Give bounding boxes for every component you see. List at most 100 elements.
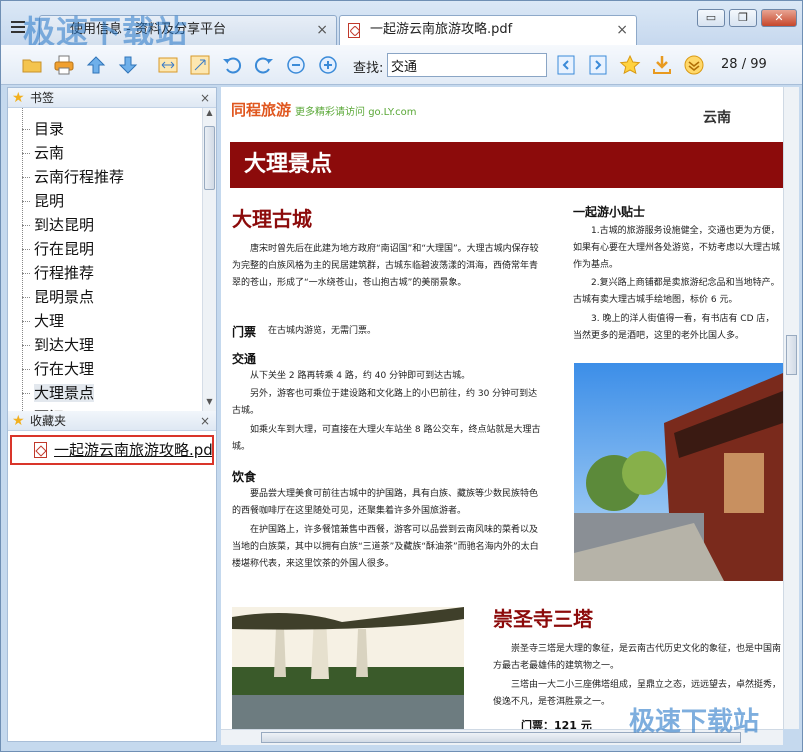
document-page[interactable]: 同程旅游 更多精彩请访问 go.LY.com 云南 大理景点 大理古城 唐宋时曾先… — [221, 87, 783, 729]
bookmark-tree: 目录 云南 云南行程推荐 昆明 到达昆明 行在昆明 行程推荐 昆明景点 大理 到… — [8, 108, 216, 411]
star-icon: ★ — [12, 413, 25, 429]
bookmark-label: 云南行程推荐 — [34, 168, 125, 186]
traffic-paragraph: 如乘火车到大理，可直接在大理火车站坐 8 路公交车，终点站就是大理古城。 — [232, 425, 541, 452]
find-label: 查找: — [353, 61, 384, 76]
zoom-in-icon[interactable] — [317, 54, 339, 76]
rotate-right-icon[interactable] — [253, 54, 275, 76]
left-panel: ★ 书签 × 目录 云南 云南行程推荐 昆明 到达昆明 行在昆明 行程推荐 昆明… — [7, 87, 217, 742]
bookmark-label: 到达昆明 — [34, 216, 95, 234]
bookmarks-header: ★ 书签 × — [8, 88, 216, 108]
scroll-up-icon[interactable]: ▲ — [203, 108, 216, 122]
bookmarks-scrollbar[interactable]: ▲ ▼ — [202, 108, 216, 411]
bookmark-item-selected[interactable]: 大理景点 — [8, 381, 216, 405]
page-indicator: 28 / 99 — [721, 57, 767, 72]
document-horizontal-scrollbar[interactable] — [221, 729, 783, 745]
bookmark-label: 昆明景点 — [34, 288, 95, 306]
bookmark-item[interactable]: 目录 — [8, 117, 216, 141]
brand-name: 同程旅游 — [231, 101, 292, 119]
document-vertical-scrollbar[interactable] — [783, 87, 799, 729]
bookmark-item[interactable]: 到达昆明 — [8, 213, 216, 237]
traffic-paragraph: 另外，游客也可乘位于建设路和文化路上的小巴前往，约 30 分钟可到达古城。 — [232, 389, 538, 416]
scroll-thumb[interactable] — [786, 335, 797, 375]
bookmark-item[interactable]: 行在大理 — [8, 357, 216, 381]
fit-width-icon[interactable] — [157, 54, 179, 76]
prev-result-icon[interactable] — [555, 54, 577, 76]
bookmark-label: 大理景点 — [34, 384, 95, 402]
restore-button[interactable]: ❐ — [729, 9, 757, 27]
tab-active-label: 一起游云南旅游攻略.pdf — [370, 22, 513, 37]
star-icon: ★ — [12, 90, 25, 106]
current-page: 28 — [721, 57, 738, 72]
food-label: 饮食 — [232, 470, 257, 484]
region-label: 云南 — [703, 110, 731, 126]
favorites-header: ★ 收藏夹 × — [8, 411, 216, 431]
tab-inactive-label: 使用信息 - 资料及分享平台 — [70, 22, 226, 37]
traffic-label: 交通 — [232, 352, 257, 366]
bookmark-label: 昆明 — [34, 192, 65, 210]
three-pagodas-photo — [232, 607, 464, 729]
section2-title: 崇圣寺三塔 — [493, 607, 593, 631]
toolbar: 查找: 28 / 99 — [1, 45, 802, 85]
pdf-file-icon — [34, 442, 47, 458]
bookmark-label: 行在昆明 — [34, 240, 95, 258]
scroll-down-icon[interactable]: ▼ — [203, 397, 216, 411]
find-input[interactable] — [387, 53, 547, 77]
total-pages: 99 — [750, 57, 767, 72]
bookmark-item[interactable]: 云南行程推荐 — [8, 165, 216, 189]
food-paragraph: 要品尝大理美食可前往古城中的护国路，具有白族、藏族等少数民族特色的西餐咖啡厅在这… — [232, 489, 539, 516]
ticket-label: 门票 — [232, 325, 257, 339]
bookmark-item[interactable]: 大理 — [8, 309, 216, 333]
tips-paragraph: 3. 晚上的洋人街值得一看，有书店有 CD 店，当然更多的是酒吧，这里的老外比国… — [573, 314, 775, 341]
tips-paragraph: 2.复兴路上商铺都是卖旅游纪念品和当地特产。古城有卖大理古城手绘地图，标价 6 … — [573, 278, 780, 305]
bookmark-item[interactable]: 昆明景点 — [8, 285, 216, 309]
traffic-paragraph: 从下关坐 2 路再转乘 4 路，约 40 分钟即可到达古城。 — [250, 371, 471, 381]
bookmarks-title: 书签 — [30, 91, 55, 105]
print-icon[interactable] — [53, 54, 75, 76]
favorite-item[interactable]: 一起游云南旅游攻略.pdf — [10, 435, 214, 465]
bookmark-item[interactable]: 云南 — [8, 141, 216, 165]
section2-paragraph: 三塔由一大二小三座佛塔组成，呈鼎立之态，远远望去，卓然挺秀，俊逸不凡，是苍洱胜景… — [493, 680, 782, 707]
brand-subtitle: 更多精彩请访问 go.LY.com — [295, 107, 417, 118]
tips-title: 一起游小贴士 — [573, 205, 646, 219]
tips-paragraph: 1.古城的旅游服务设施健全，交通也更为方便，如果有心要在大理州各处游览，不妨考虑… — [573, 226, 781, 270]
bookmark-label: 目录 — [34, 120, 65, 138]
arrow-up-icon[interactable] — [85, 54, 107, 76]
food-paragraph: 在护国路上，许多餐馆兼售中西餐，游客可以品尝到云南风味的菜肴以及当地的白族菜，其… — [232, 525, 539, 569]
scroll-thumb[interactable] — [204, 126, 215, 190]
bookmarks-close-icon[interactable]: × — [200, 88, 210, 108]
page-separator: / — [741, 57, 747, 72]
tab-close-icon[interactable]: × — [316, 16, 328, 44]
pdf-file-icon — [348, 23, 360, 38]
minimize-button[interactable]: ▭ — [697, 9, 725, 27]
bookmark-item[interactable]: 行在昆明 — [8, 237, 216, 261]
ticket-text: 在古城内游览，无需门票。 — [268, 326, 377, 336]
section2-ticket: 门票：121 元 — [521, 719, 592, 729]
tab-close-icon[interactable]: × — [616, 16, 628, 44]
favorites-title: 收藏夹 — [30, 414, 67, 428]
fit-page-icon[interactable] — [189, 54, 211, 76]
next-result-icon[interactable] — [587, 54, 609, 76]
bookmark-label: 到达大理 — [34, 336, 95, 354]
bookmark-label: 行在大理 — [34, 360, 95, 378]
close-window-button[interactable]: ✕ — [761, 9, 797, 27]
bookmark-label: 行程推荐 — [34, 264, 95, 282]
section-banner: 大理景点 — [230, 142, 783, 188]
favorite-label: 一起游云南旅游攻略.pdf — [54, 441, 214, 459]
favorite-star-icon[interactable] — [619, 54, 641, 76]
section1-title: 大理古城 — [232, 207, 312, 231]
bookmark-item[interactable]: 到达大理 — [8, 333, 216, 357]
arrow-down-icon[interactable] — [117, 54, 139, 76]
zoom-out-icon[interactable] — [285, 54, 307, 76]
bookmark-label: 云南 — [34, 144, 65, 162]
open-folder-icon[interactable] — [21, 54, 43, 76]
rotate-left-icon[interactable] — [221, 54, 243, 76]
bookmark-item[interactable]: 行程推荐 — [8, 261, 216, 285]
bookmark-item[interactable]: 昆明 — [8, 189, 216, 213]
tab-inactive[interactable]: 使用信息 - 资料及分享平台 × — [39, 15, 337, 45]
more-chevron-icon[interactable] — [683, 54, 705, 76]
download-icon[interactable] — [651, 54, 673, 76]
menu-icon[interactable] — [11, 21, 25, 35]
favorites-close-icon[interactable]: × — [200, 411, 210, 431]
scroll-thumb[interactable] — [261, 732, 741, 743]
tab-active[interactable]: 一起游云南旅游攻略.pdf × — [339, 15, 637, 45]
